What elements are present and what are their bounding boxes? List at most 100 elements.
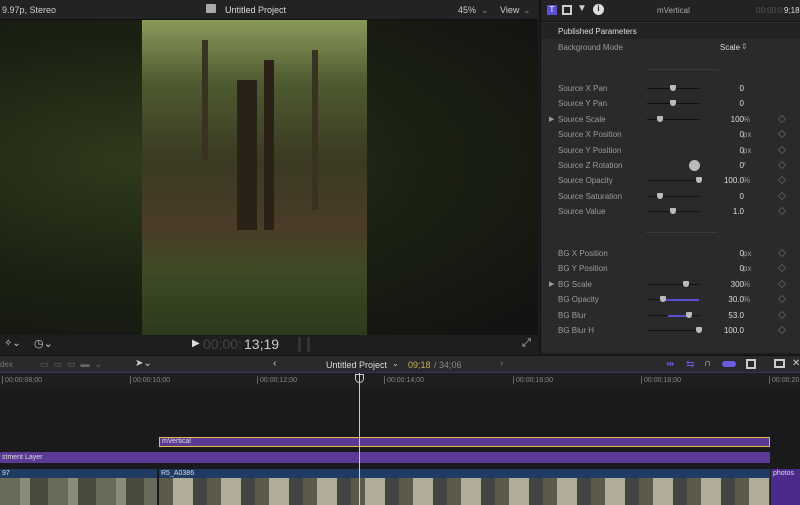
slider-knob[interactable] <box>670 100 676 107</box>
adjustment-layer-clip[interactable]: stment Layer <box>0 452 770 463</box>
param-row: Source Opacity 100.0% <box>541 173 800 188</box>
param-value[interactable]: 100.0 <box>724 326 744 335</box>
clip-appearance-icon[interactable] <box>746 359 756 369</box>
timeline: mVertical stment Layer 97 R5_A0386 photo… <box>0 373 800 505</box>
param-slider[interactable] <box>647 208 699 215</box>
slider-knob[interactable] <box>657 115 663 122</box>
zoom-chevron-icon[interactable]: ⌄ <box>481 5 489 16</box>
ruler-tick-label: 00:00:08;00 <box>5 377 42 384</box>
keyframe-diamond-icon[interactable] <box>777 176 787 185</box>
param-label: Source Z Rotation <box>558 161 623 170</box>
view-menu[interactable]: View <box>500 5 519 15</box>
param-slider[interactable] <box>647 85 699 91</box>
headphones-icon[interactable]: ∩ <box>704 358 711 369</box>
param-row: Source Value 1.0 <box>541 204 800 219</box>
keyframe-diamond-icon[interactable] <box>777 310 787 319</box>
video-clip-1-label[interactable]: 97 <box>0 469 157 478</box>
param-value[interactable]: 0 <box>740 192 744 201</box>
video-clip-1-filmstrip[interactable] <box>0 478 157 505</box>
background-mode-popup[interactable]: Scale <box>720 43 740 52</box>
disclosure-triangle-icon[interactable]: ▶ <box>549 280 554 288</box>
param-label: Background Mode <box>558 43 623 52</box>
play-button[interactable]: ▶ <box>192 338 200 349</box>
enhance-wand-icon[interactable]: ✧⌄ <box>4 338 21 349</box>
disclosure-triangle-icon[interactable]: ▶ <box>549 115 554 123</box>
project-name-dropdown[interactable]: Untitled Project <box>326 360 387 370</box>
keyframe-diamond-icon[interactable] <box>777 279 787 289</box>
param-slider[interactable] <box>647 100 699 107</box>
param-slider[interactable] <box>647 280 699 287</box>
fullscreen-icon[interactable]: ⤢ <box>522 337 531 350</box>
keyframe-diamond-icon[interactable] <box>777 191 787 201</box>
playhead[interactable] <box>359 373 360 505</box>
keyframe-diamond-icon[interactable] <box>777 248 787 258</box>
skimming-icon[interactable]: ⇆ <box>686 359 694 370</box>
param-value[interactable]: 100.0 <box>724 176 744 185</box>
inspector: T ▼ i mVertical 00:00:0 9;18 Published P… <box>540 0 800 353</box>
keyframe-diamond-icon[interactable] <box>777 294 787 304</box>
keyframe-diamond-icon[interactable] <box>777 264 787 273</box>
snapping-icon[interactable] <box>722 361 736 367</box>
slider-knob[interactable] <box>696 177 702 184</box>
param-value[interactable]: 30.0 <box>728 295 744 304</box>
close-icon[interactable]: ✕ <box>792 358 800 369</box>
keyframe-diamond-icon[interactable] <box>777 160 787 170</box>
view-chevron-icon[interactable]: ⌄ <box>523 5 531 16</box>
chevron-down-icon[interactable]: ⌄ <box>392 359 399 368</box>
index-button[interactable]: dex <box>0 360 13 369</box>
param-value[interactable]: 1.0 <box>733 207 744 216</box>
param-value[interactable]: 0 <box>740 84 744 93</box>
param-slider[interactable] <box>647 327 702 333</box>
param-label: BG Blur H <box>558 326 595 335</box>
param-slider[interactable] <box>647 192 699 199</box>
slider-knob[interactable] <box>683 280 689 287</box>
ruler-tick-label: 00:00:20 <box>772 377 800 384</box>
ruler-tick <box>257 376 258 384</box>
slider-knob[interactable] <box>685 311 692 318</box>
title-inspector-tab[interactable]: T <box>547 5 557 15</box>
rotation-dial[interactable] <box>689 160 700 171</box>
param-label: BG X Position <box>558 249 608 258</box>
video-clip-2-filmstrip[interactable] <box>159 478 770 505</box>
param-value[interactable]: 100 <box>731 115 744 124</box>
zoom-dropdown[interactable]: 45% <box>458 5 476 15</box>
speed-gauge-icon[interactable]: ◷⌄ <box>34 337 53 350</box>
keyframe-diamond-icon[interactable] <box>777 129 787 139</box>
param-value[interactable]: 53.0 <box>728 311 744 320</box>
slider-knob[interactable] <box>659 296 666 303</box>
color-inspector-tab[interactable]: ▼ <box>577 3 587 14</box>
edit-buttons[interactable]: ▭▭▭▬⌄ <box>40 359 107 370</box>
playhead-handle[interactable] <box>355 374 364 383</box>
viewer-controls: ✧⌄ ◷⌄ ▶ 00:00: 13;19 ⤢ <box>0 335 538 355</box>
keyframe-diamond-icon[interactable] <box>777 325 787 335</box>
slider-knob[interactable] <box>670 208 676 215</box>
param-slider[interactable] <box>647 311 699 318</box>
param-value[interactable]: 0 <box>740 99 744 108</box>
updown-chevron-icon[interactable]: ⇕ <box>741 42 748 51</box>
param-row: Source X Pan 0 <box>541 81 800 96</box>
keyframe-diamond-icon[interactable] <box>777 206 787 216</box>
forward-history-icon[interactable]: › <box>500 358 503 369</box>
select-tool-arrow-icon[interactable]: ➤⌄ <box>135 358 152 369</box>
param-slider[interactable] <box>647 296 699 303</box>
video-inspector-tab[interactable] <box>562 5 572 15</box>
video-clip-2-label[interactable]: R5_A0386 <box>159 469 770 478</box>
slider-knob[interactable] <box>670 85 676 91</box>
back-history-icon[interactable]: ‹ <box>273 358 276 369</box>
param-slider[interactable] <box>647 115 699 122</box>
param-label: BG Scale <box>558 279 592 289</box>
slider-knob[interactable] <box>696 327 702 333</box>
info-inspector-tab[interactable]: i <box>593 4 604 15</box>
ruler-tick-label: 00:00:10;00 <box>133 377 170 384</box>
keyframe-diamond-icon[interactable] <box>777 145 787 154</box>
photos-clip[interactable]: photos <box>771 469 800 505</box>
param-slider[interactable] <box>647 177 702 184</box>
audio-skimming-icon[interactable]: ⇹ <box>666 359 674 370</box>
keyframe-diamond-icon[interactable] <box>777 114 787 124</box>
param-value[interactable]: 300 <box>731 280 744 289</box>
slider-knob[interactable] <box>657 192 663 199</box>
param-row: BG Y Position 0 px <box>541 261 800 276</box>
title-clip-mvertical[interactable]: mVertical <box>159 437 770 447</box>
timeline-index-icon[interactable] <box>774 359 785 368</box>
ruler-tick-label: 00:00:12;00 <box>260 377 297 384</box>
